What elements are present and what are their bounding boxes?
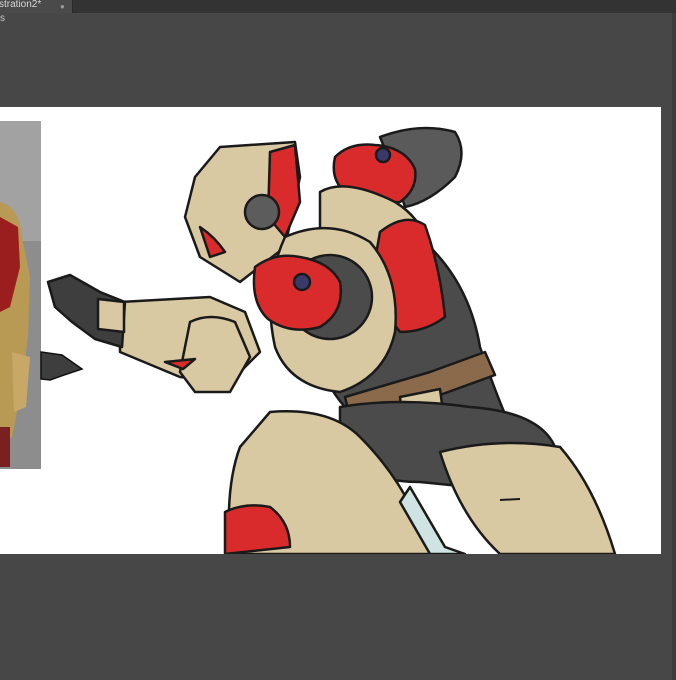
hand-fragment — [40, 351, 84, 381]
robot-illustration — [46, 126, 617, 554]
document-tab-bar: stration2* ● — [0, 0, 676, 13]
workspace-text-fragment: s — [0, 13, 5, 24]
reference-photo — [0, 121, 41, 469]
right-scrollbar[interactable] — [672, 13, 676, 680]
document-tab-label: stration2* — [0, 0, 42, 10]
artwork-svg — [0, 121, 617, 554]
document-tab[interactable]: stration2* ● — [0, 0, 73, 13]
drawing-canvas[interactable] — [0, 107, 661, 554]
close-tab-icon[interactable]: ● — [60, 2, 65, 11]
